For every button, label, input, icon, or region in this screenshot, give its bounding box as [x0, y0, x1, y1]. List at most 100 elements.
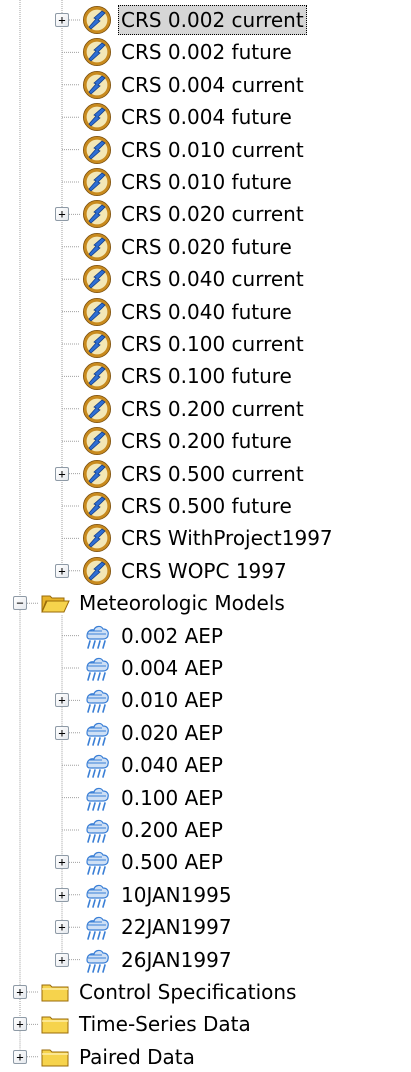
tree-node-label[interactable]: CRS 0.500 current — [118, 459, 307, 489]
expand-toggle[interactable]: + — [55, 920, 69, 935]
tree-node-label[interactable]: 0.020 AEP — [118, 718, 226, 748]
tree-node-label[interactable]: 22JAN1997 — [118, 912, 235, 942]
tree-node-0-100-aep[interactable]: 0.100 AEP — [0, 783, 411, 813]
expand-toggle[interactable]: + — [55, 693, 69, 708]
tree-node-26jan1997[interactable]: +26JAN1997 — [0, 945, 411, 975]
tree-node-label[interactable]: CRS 0.200 current — [118, 394, 307, 424]
basin-model-icon — [80, 426, 114, 456]
tree-node-meteorologic-models[interactable]: − Meteorologic Models — [0, 588, 411, 618]
basin-model-icon — [80, 459, 114, 489]
tree-node-0-002-aep[interactable]: 0.002 AEP — [0, 621, 411, 651]
tree-node-0-200-aep[interactable]: 0.200 AEP — [0, 815, 411, 845]
tree-node-label[interactable]: 0.004 AEP — [118, 653, 226, 683]
tree-node-label[interactable]: 0.500 AEP — [118, 847, 226, 877]
tree-node-label[interactable]: CRS 0.040 future — [118, 297, 295, 327]
tree-node-22jan1997[interactable]: +22JAN1997 — [0, 912, 411, 942]
tree-node-label[interactable]: CRS 0.004 future — [118, 102, 295, 132]
basin-model-icon — [80, 5, 114, 35]
collapse-toggle[interactable]: − — [13, 596, 27, 611]
tree-node-label[interactable]: 0.040 AEP — [118, 750, 226, 780]
tree-node-crs-0-010-current[interactable]: CRS 0.010 current — [0, 135, 411, 165]
tree-node-0-500-aep[interactable]: +0.500 AEP — [0, 847, 411, 877]
tree-node-crs-withproject1997[interactable]: CRS WithProject1997 — [0, 523, 411, 553]
tree-node-crs-0-200-future[interactable]: CRS 0.200 future — [0, 426, 411, 456]
tree-node-crs-0-004-future[interactable]: CRS 0.004 future — [0, 102, 411, 132]
tree-node-label[interactable]: CRS 0.040 current — [118, 264, 307, 294]
meteorologic-model-icon — [80, 718, 114, 748]
meteorologic-model-icon — [80, 945, 114, 975]
tree-node-label[interactable]: CRS 0.020 future — [118, 232, 295, 262]
basin-model-icon — [80, 556, 114, 586]
tree-node-label[interactable]: 10JAN1995 — [118, 880, 235, 910]
meteorologic-model-icon — [80, 653, 114, 683]
tree-node-label[interactable]: CRS 0.010 current — [118, 135, 307, 165]
tree-node-crs-0-040-future[interactable]: CRS 0.040 future — [0, 297, 411, 327]
basin-model-icon — [80, 264, 114, 294]
tree-node-control-specifications[interactable]: + Control Specifications — [0, 977, 411, 1007]
expand-toggle[interactable]: + — [55, 855, 69, 870]
meteorologic-model-icon — [80, 685, 114, 715]
expand-toggle[interactable]: + — [55, 466, 69, 481]
meteorologic-model-icon — [80, 621, 114, 651]
expand-toggle[interactable]: + — [13, 1017, 27, 1032]
tree-node-0-020-aep[interactable]: +0.020 AEP — [0, 718, 411, 748]
tree-node-label[interactable]: Meteorologic Models — [76, 588, 288, 618]
watershed-explorer-tree: + CRS 0.002 current CRS 0.002 future CRS 0.… — [0, 0, 411, 1069]
folder-open-icon — [38, 588, 72, 618]
meteorologic-model-icon — [80, 912, 114, 942]
tree-node-0-040-aep[interactable]: 0.040 AEP — [0, 750, 411, 780]
tree-node-label[interactable]: CRS 0.100 future — [118, 361, 295, 391]
tree-node-label[interactable]: 26JAN1997 — [118, 945, 235, 975]
tree-node-crs-0-200-current[interactable]: CRS 0.200 current — [0, 394, 411, 424]
tree-node-crs-0-010-future[interactable]: CRS 0.010 future — [0, 167, 411, 197]
tree-node-label[interactable]: CRS 0.004 current — [118, 70, 307, 100]
tree-node-label[interactable]: 0.010 AEP — [118, 685, 226, 715]
tree-node-label[interactable]: CRS 0.010 future — [118, 167, 295, 197]
tree-node-crs-0-040-current[interactable]: CRS 0.040 current — [0, 264, 411, 294]
tree-node-crs-0-020-future[interactable]: CRS 0.020 future — [0, 232, 411, 262]
basin-model-icon — [80, 329, 114, 359]
tree-node-crs-0-002-current[interactable]: + CRS 0.002 current — [0, 5, 411, 35]
basin-model-icon — [80, 199, 114, 229]
tree-node-crs-0-100-current[interactable]: CRS 0.100 current — [0, 329, 411, 359]
tree-node-label[interactable]: CRS 0.500 future — [118, 491, 295, 521]
basin-model-icon — [80, 232, 114, 262]
tree-node-label[interactable]: CRS 0.020 current — [118, 199, 307, 229]
basin-model-icon — [80, 70, 114, 100]
basin-model-icon — [80, 167, 114, 197]
tree-node-label[interactable]: CRS 0.100 current — [118, 329, 307, 359]
tree-node-label[interactable]: 0.100 AEP — [118, 783, 226, 813]
expand-toggle[interactable]: + — [55, 887, 69, 902]
expand-toggle[interactable]: + — [55, 725, 69, 740]
tree-node-0-004-aep[interactable]: 0.004 AEP — [0, 653, 411, 683]
basin-model-icon — [80, 523, 114, 553]
expand-toggle[interactable]: + — [55, 952, 69, 967]
tree-node-label[interactable]: CRS WOPC 1997 — [118, 556, 290, 586]
tree-node-crs-0-002-future[interactable]: CRS 0.002 future — [0, 37, 411, 67]
tree-node-crs-0-020-current[interactable]: + CRS 0.020 current — [0, 199, 411, 229]
tree-node-crs-0-100-future[interactable]: CRS 0.100 future — [0, 361, 411, 391]
tree-node-crs-0-500-future[interactable]: CRS 0.500 future — [0, 491, 411, 521]
expand-toggle[interactable]: + — [55, 563, 69, 578]
expand-toggle[interactable]: + — [55, 13, 69, 27]
expand-toggle[interactable]: + — [13, 985, 27, 999]
tree-node-label[interactable]: 0.200 AEP — [118, 815, 226, 845]
tree-node-label[interactable]: 0.002 AEP — [118, 621, 226, 651]
tree-node-crs-wopc-1997[interactable]: + CRS WOPC 1997 — [0, 556, 411, 586]
tree-node-crs-0-500-current[interactable]: + CRS 0.500 current — [0, 459, 411, 489]
meteorologic-model-icon — [80, 783, 114, 813]
tree-node-0-010-aep[interactable]: +0.010 AEP — [0, 685, 411, 715]
basin-model-icon — [80, 361, 114, 391]
basin-model-icon — [80, 102, 114, 132]
tree-node-label[interactable]: Control Specifications — [76, 977, 299, 1007]
tree-node-label[interactable]: CRS 0.002 future — [118, 37, 295, 67]
tree-node-label[interactable]: CRS WithProject1997 — [118, 523, 336, 553]
tree-node-label[interactable]: Time-Series Data — [76, 1009, 254, 1039]
tree-node-time-series-data[interactable]: + Time-Series Data — [0, 1009, 411, 1039]
expand-toggle[interactable]: + — [55, 207, 69, 222]
tree-node-10jan1995[interactable]: +10JAN1995 — [0, 880, 411, 910]
folder-closed-icon — [38, 1009, 72, 1039]
tree-node-crs-0-004-current[interactable]: CRS 0.004 current — [0, 70, 411, 100]
tree-node-label[interactable]: CRS 0.200 future — [118, 426, 295, 456]
tree-node-label[interactable]: CRS 0.002 current — [118, 5, 307, 35]
